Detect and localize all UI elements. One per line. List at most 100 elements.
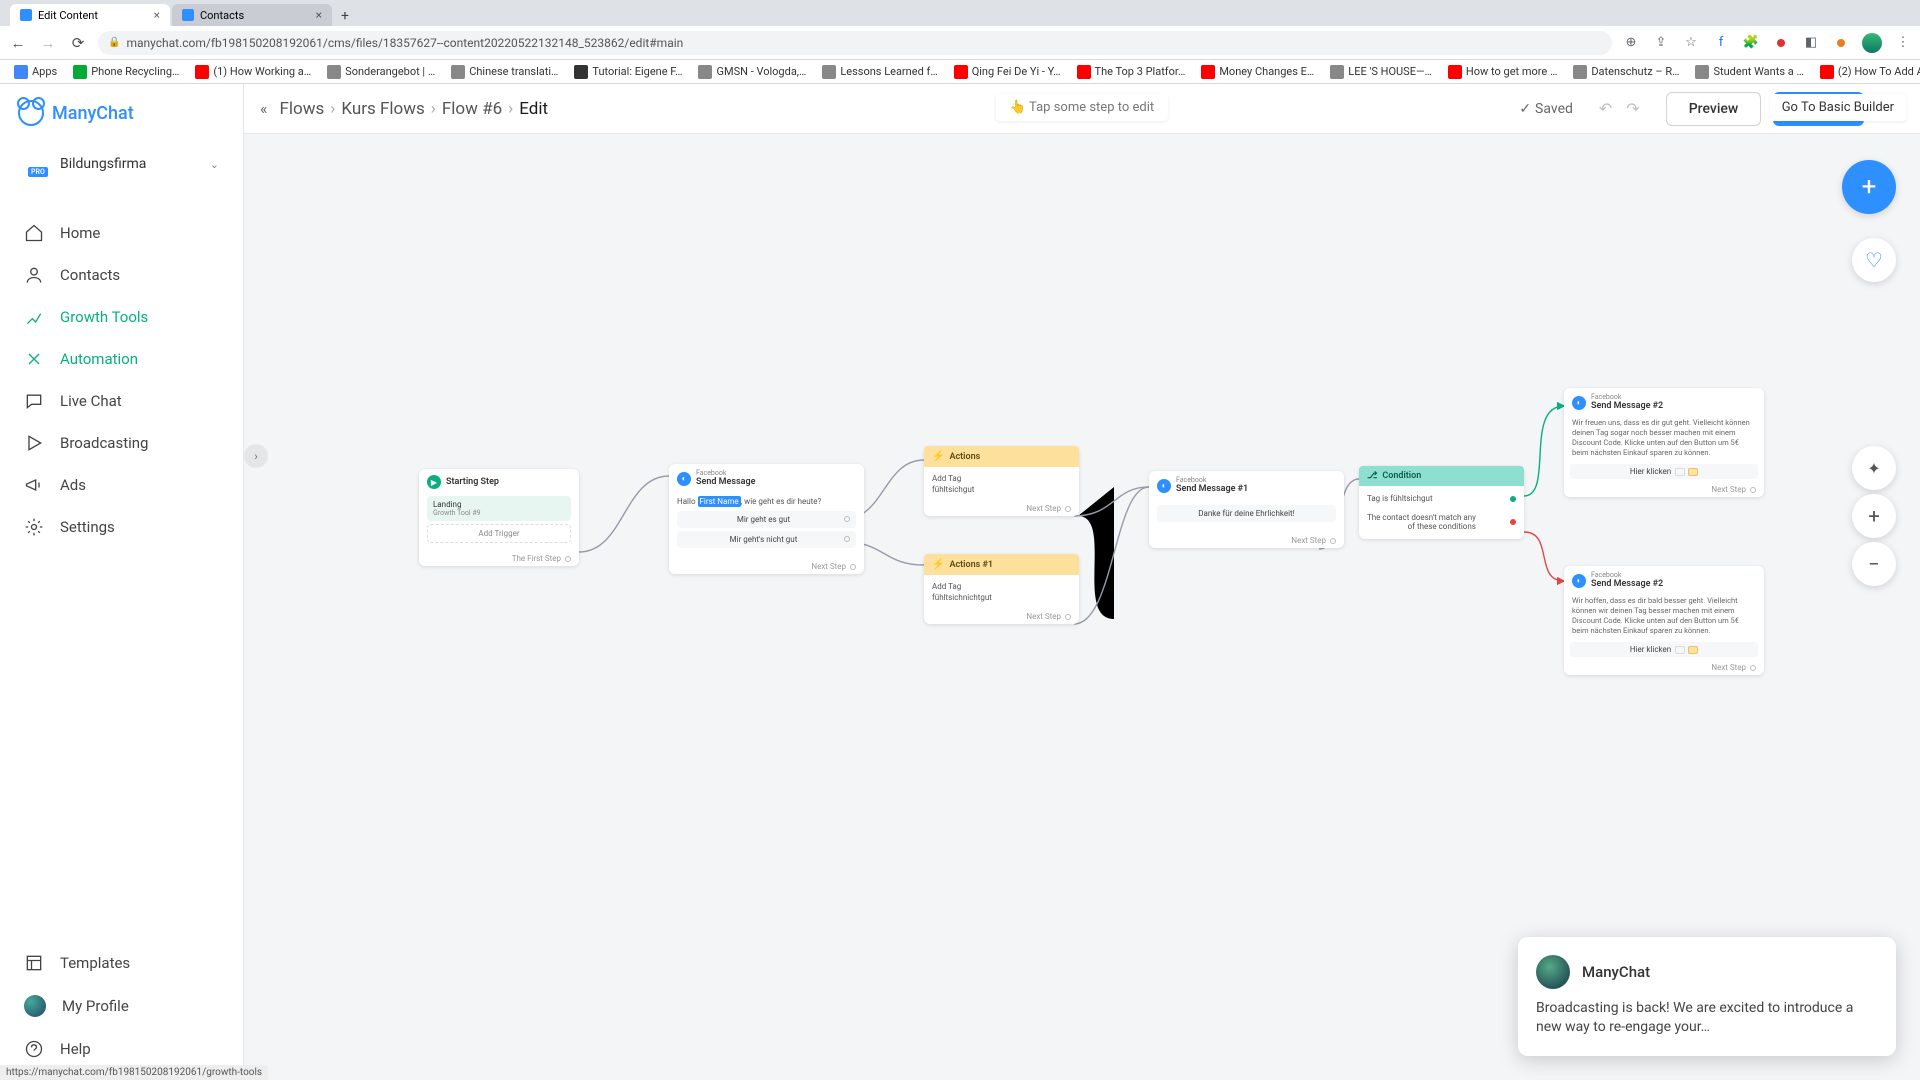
sidebar-item-templates[interactable]: Templates bbox=[0, 942, 243, 984]
node-starting-step[interactable]: ▶ Starting Step Landing Growth Tool #9 A… bbox=[419, 469, 579, 566]
output-port[interactable] bbox=[1750, 487, 1756, 493]
bookmark-item[interactable]: Tutorial: Eigene F… bbox=[568, 63, 688, 81]
sidebar: ManyChat PRO Bildungsfirma ⌄ Home Contac… bbox=[0, 84, 244, 1080]
automation-icon bbox=[24, 349, 44, 369]
collapse-button[interactable]: « bbox=[260, 99, 268, 118]
url-input[interactable]: 🔒 manychat.com/fb198150208192061/cms/fil… bbox=[98, 31, 1612, 55]
basic-builder-button[interactable]: Go To Basic Builder bbox=[1770, 94, 1906, 121]
bookmark-item[interactable]: Student Wants a … bbox=[1689, 63, 1809, 81]
extension-icon[interactable]: 🧩 bbox=[1742, 34, 1760, 52]
output-port[interactable] bbox=[1065, 506, 1071, 512]
breadcrumb-item[interactable]: Kurs Flows bbox=[341, 99, 424, 119]
zoom-icon[interactable]: ⊕ bbox=[1622, 34, 1640, 52]
bookmark-item[interactable]: (2) How To Add A… bbox=[1814, 63, 1920, 81]
tab-title: Edit Content bbox=[38, 9, 98, 22]
preview-button[interactable]: Preview bbox=[1666, 92, 1762, 126]
avatar-icon bbox=[1536, 955, 1570, 989]
bookmark-item[interactable]: Lessons Learned f… bbox=[816, 63, 943, 81]
reply-button[interactable]: Hier klicken bbox=[1570, 642, 1758, 657]
sidebar-item-ads[interactable]: Ads bbox=[0, 464, 243, 506]
messenger-icon: ◐ bbox=[1572, 574, 1586, 588]
link-icon bbox=[1675, 468, 1685, 476]
main-area: « Flows › Kurs Flows › Flow #6 › Edit ✓ … bbox=[244, 84, 1920, 1080]
extension-icon[interactable] bbox=[1772, 34, 1790, 52]
browser-tab[interactable]: Contacts × bbox=[172, 4, 332, 26]
add-node-button[interactable]: + bbox=[1842, 160, 1896, 214]
share-icon[interactable]: ⇪ bbox=[1652, 34, 1670, 52]
output-port[interactable] bbox=[1750, 665, 1756, 671]
bookmark-item[interactable]: Chinese translati… bbox=[445, 63, 564, 81]
close-icon[interactable]: × bbox=[154, 8, 160, 22]
close-icon[interactable]: × bbox=[316, 8, 322, 22]
play-icon: ▶ bbox=[427, 475, 441, 489]
sidebar-item-help[interactable]: Help bbox=[0, 1028, 243, 1070]
next-step-label: Next Step bbox=[811, 562, 846, 571]
bookmark-item[interactable]: The Top 3 Platfor… bbox=[1071, 63, 1192, 81]
sidebar-item-automation[interactable]: Automation bbox=[0, 338, 243, 380]
bookmark-item[interactable]: Money Changes E… bbox=[1195, 63, 1320, 81]
sidebar-expand-button[interactable]: › bbox=[244, 444, 268, 468]
workspace-selector[interactable]: PRO Bildungsfirma ⌄ bbox=[14, 146, 229, 182]
back-icon[interactable]: ← bbox=[8, 34, 28, 52]
output-port[interactable] bbox=[844, 536, 850, 542]
output-port[interactable] bbox=[565, 556, 571, 562]
node-condition[interactable]: ⎇Condition Tag is fühltsichgut The conta… bbox=[1359, 466, 1524, 539]
node-actions[interactable]: ⚡Actions Add Tag fühltsichgut Next Step bbox=[924, 446, 1079, 516]
breadcrumb-item[interactable]: Flow #6 bbox=[442, 99, 502, 119]
node-send-message-1[interactable]: ◐ Facebook Send Message #1 Danke für dei… bbox=[1149, 471, 1344, 548]
star-icon[interactable]: ☆ bbox=[1682, 34, 1700, 52]
sidebar-item-home[interactable]: Home bbox=[0, 212, 243, 254]
favorite-button[interactable]: ♡ bbox=[1852, 238, 1896, 282]
zoom-in-button[interactable]: + bbox=[1852, 494, 1896, 538]
sidebar-item-settings[interactable]: Settings bbox=[0, 506, 243, 548]
pro-badge: PRO bbox=[28, 167, 48, 177]
zoom-out-button[interactable]: − bbox=[1852, 542, 1896, 586]
profile-avatar-icon[interactable] bbox=[1862, 33, 1882, 53]
bookmark-item[interactable]: Phone Recycling… bbox=[67, 63, 185, 81]
bookmark-item[interactable]: Qing Fei De Yi - Y… bbox=[948, 63, 1067, 81]
node-send-message-2-good[interactable]: ◐ Facebook Send Message #2 Wir freuen un… bbox=[1564, 388, 1764, 497]
bookmark-item[interactable]: GMSN - Vologda,… bbox=[692, 63, 812, 81]
output-port[interactable] bbox=[1065, 614, 1071, 620]
bookmark-item[interactable]: How to get more … bbox=[1442, 63, 1563, 81]
reload-icon[interactable]: ⟳ bbox=[68, 34, 88, 52]
node-send-message-2-bad[interactable]: ◐ Facebook Send Message #2 Wir hoffen, d… bbox=[1564, 566, 1764, 675]
add-trigger-button[interactable]: Add Trigger bbox=[427, 524, 571, 543]
menu-icon[interactable]: ⋮ bbox=[1894, 34, 1912, 52]
user-icon bbox=[24, 265, 44, 285]
sidebar-item-growth-tools[interactable]: Growth Tools bbox=[0, 296, 243, 338]
bookmark-item[interactable]: (1) How Working a… bbox=[189, 63, 317, 81]
notification-toast[interactable]: ManyChat Broadcasting is back! We are ex… bbox=[1518, 937, 1896, 1056]
apps-button[interactable]: Apps bbox=[8, 63, 63, 81]
sidebar-item-profile[interactable]: My Profile bbox=[0, 984, 243, 1028]
trigger-chip[interactable]: Landing Growth Tool #9 bbox=[427, 496, 571, 521]
chat-icon bbox=[24, 391, 44, 411]
reply-button[interactable]: Mir geht's nicht gut bbox=[677, 531, 856, 548]
auto-arrange-button[interactable]: ✦ bbox=[1852, 446, 1896, 490]
browser-tab-active[interactable]: Edit Content × bbox=[10, 4, 170, 26]
sidebar-item-broadcasting[interactable]: Broadcasting bbox=[0, 422, 243, 464]
extension-icon[interactable]: f bbox=[1712, 34, 1730, 52]
extension-icon[interactable] bbox=[1832, 34, 1850, 52]
sidebar-item-live-chat[interactable]: Live Chat bbox=[0, 380, 243, 422]
sidebar-item-contacts[interactable]: Contacts bbox=[0, 254, 243, 296]
reply-button[interactable]: Hier klicken bbox=[1570, 464, 1758, 479]
output-port[interactable] bbox=[1330, 538, 1336, 544]
extension-icon[interactable]: ◧ bbox=[1802, 34, 1820, 52]
hint-text: Tap some step to edit bbox=[1029, 100, 1154, 115]
output-port-false[interactable] bbox=[1510, 519, 1516, 525]
output-port[interactable] bbox=[844, 516, 850, 522]
breadcrumb-item[interactable]: Flows bbox=[280, 99, 325, 119]
forward-icon: → bbox=[38, 34, 58, 52]
messenger-icon: ◐ bbox=[677, 472, 691, 486]
brand-logo[interactable]: ManyChat bbox=[0, 84, 243, 136]
bookmark-item[interactable]: Sonderangebot | … bbox=[321, 63, 441, 81]
reply-button[interactable]: Mir geht es gut bbox=[677, 511, 856, 528]
bookmark-item[interactable]: LEE 'S HOUSE—… bbox=[1324, 63, 1438, 81]
new-tab-button[interactable]: + bbox=[334, 6, 356, 26]
node-actions-1[interactable]: ⚡Actions #1 Add Tag fühltsichnichtgut Ne… bbox=[924, 554, 1079, 624]
bookmark-item[interactable]: Datenschutz – R… bbox=[1567, 63, 1685, 81]
message-text: Wir hoffen, dass es dir bald besser geht… bbox=[1564, 593, 1764, 640]
node-send-message[interactable]: ◐ Facebook Send Message Hallo First Name… bbox=[669, 464, 864, 574]
output-port[interactable] bbox=[850, 564, 856, 570]
